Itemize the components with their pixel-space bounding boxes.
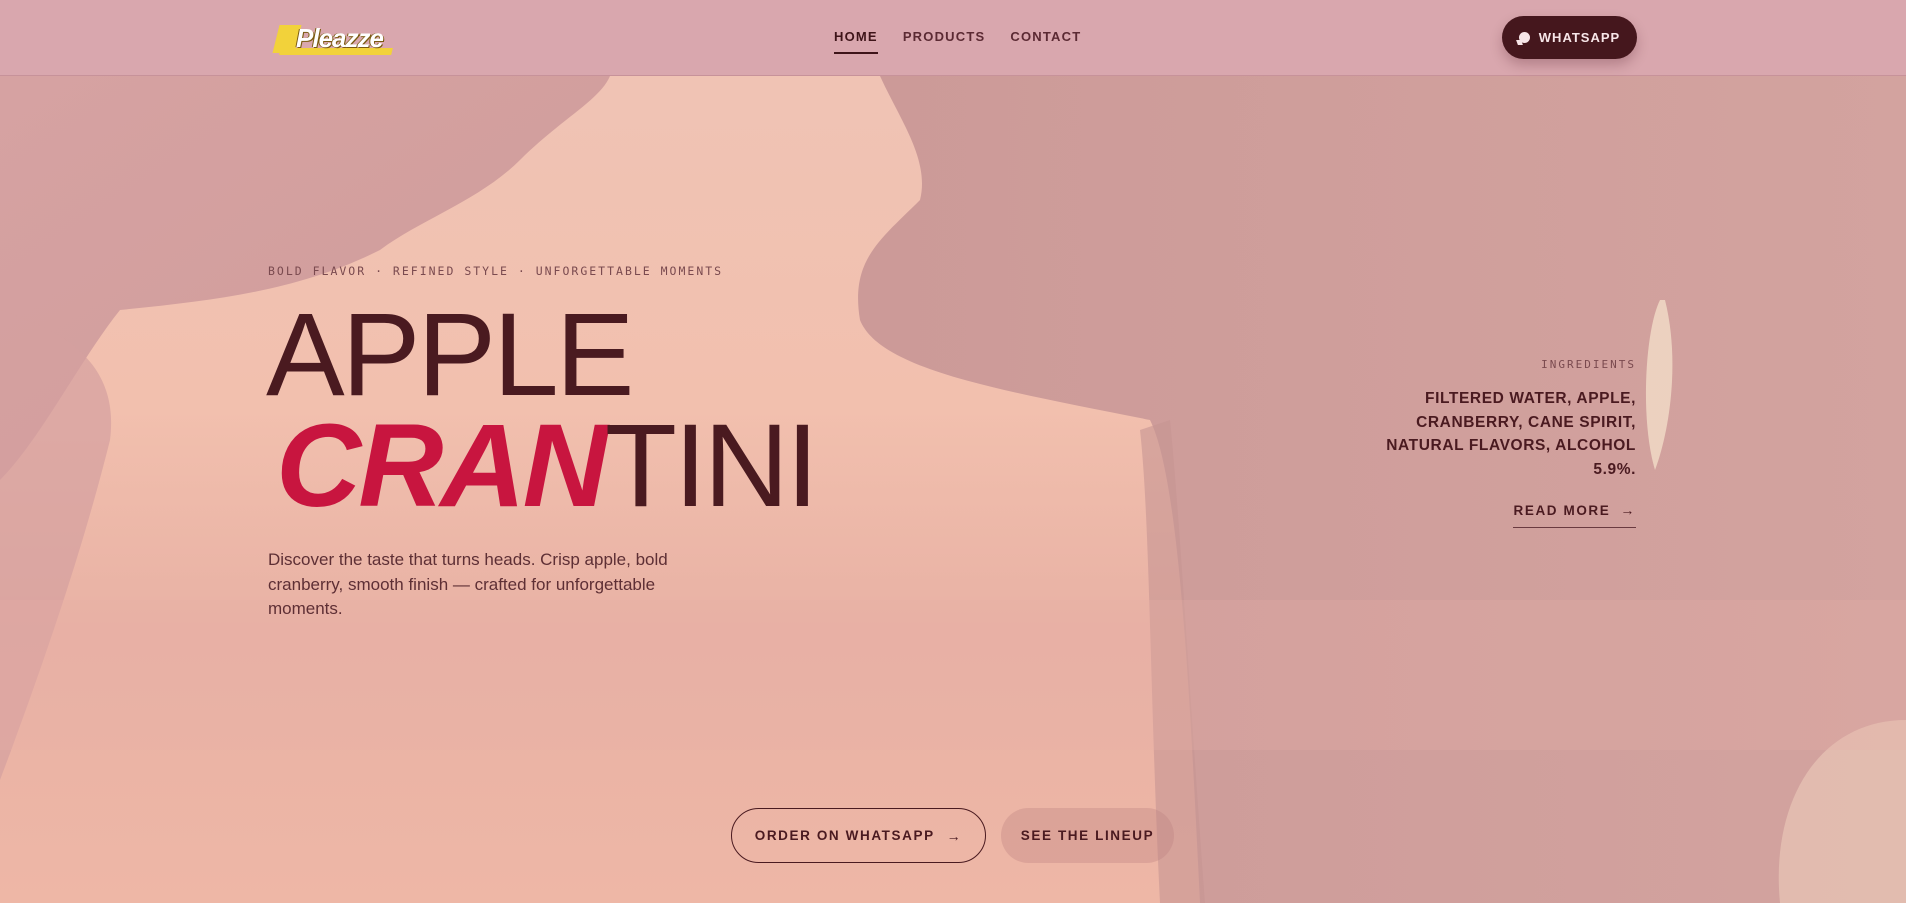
hero-title-cran: CRAN xyxy=(276,400,608,532)
whatsapp-button[interactable]: WHATSAPP xyxy=(1502,16,1637,59)
arrow-right-icon: → xyxy=(946,827,963,844)
read-more-label: READ MORE xyxy=(1513,502,1611,518)
whatsapp-button-label: WHATSAPP xyxy=(1538,30,1621,45)
site-header: Pleazze HOME PRODUCTS CONTACT WHATSAPP xyxy=(0,0,1906,76)
hero-tagline: BOLD FLAVOR · REFINED STYLE · UNFORGETTA… xyxy=(268,264,724,278)
main-nav: HOME PRODUCTS CONTACT xyxy=(834,29,1081,54)
read-more-link[interactable]: READ MORE → xyxy=(1513,502,1636,528)
nav-contact[interactable]: CONTACT xyxy=(1010,29,1081,54)
see-the-lineup-button[interactable]: SEE THE LINEUP xyxy=(1001,808,1174,863)
hero-description: Discover the taste that turns heads. Cri… xyxy=(268,550,668,618)
order-on-whatsapp-button[interactable]: ORDER ON WHATSAPP → xyxy=(731,808,986,863)
logo-text: Pleazze xyxy=(296,23,384,53)
lineup-button-label: SEE THE LINEUP xyxy=(1020,828,1155,843)
arrow-right-icon: → xyxy=(1620,502,1636,518)
nav-products[interactable]: PRODUCTS xyxy=(903,29,986,54)
hero-title-tini: TINI xyxy=(604,400,819,532)
hero-title-crantini: CRANTINI xyxy=(276,407,819,525)
order-button-label: ORDER ON WHATSAPP xyxy=(754,828,935,843)
ingredients-label: INGREDIENTS xyxy=(1541,358,1636,371)
nav-home[interactable]: HOME xyxy=(834,29,878,54)
brand-logo[interactable]: Pleazze xyxy=(272,21,393,55)
chat-bubble-icon xyxy=(1518,32,1530,43)
ingredients-text: FILTERED WATER, APPLE, CRANBERRY, CANE S… xyxy=(1386,390,1636,478)
hero-title-apple: APPLE xyxy=(266,289,634,421)
